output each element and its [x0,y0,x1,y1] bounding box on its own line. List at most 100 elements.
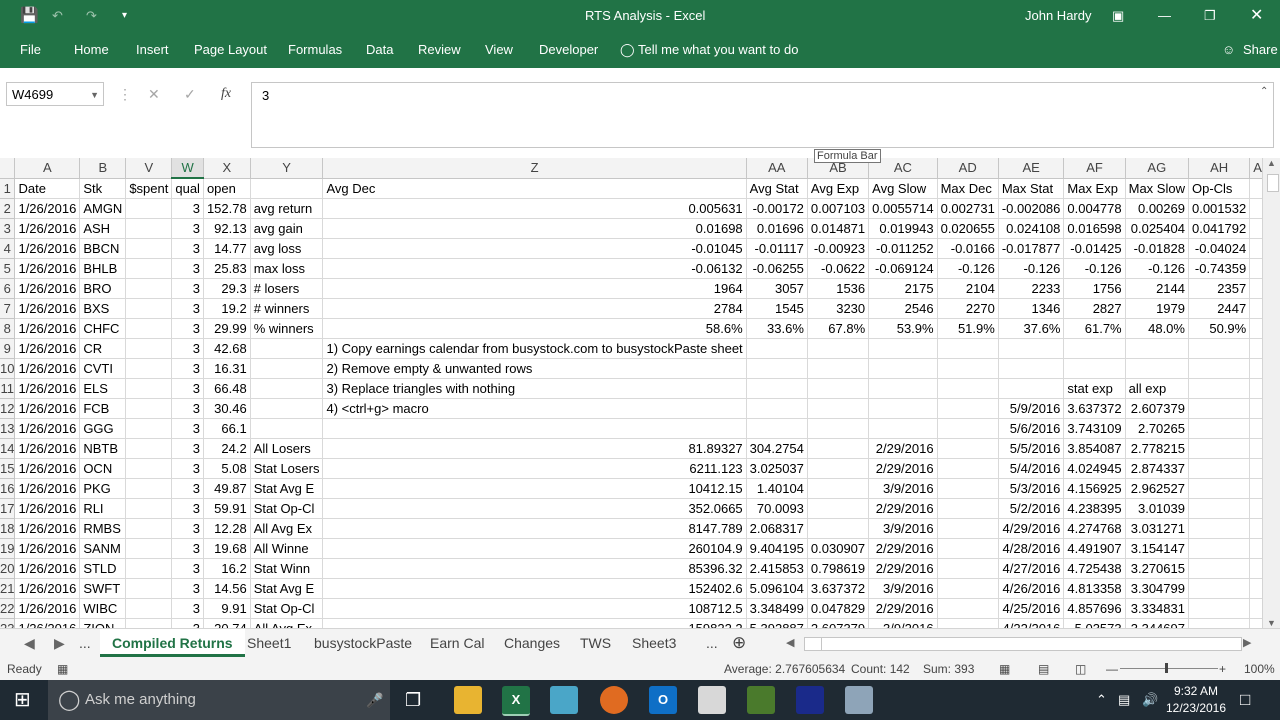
vertical-scroll-thumb[interactable] [1267,174,1279,192]
cell[interactable]: 1536 [807,278,870,299]
cell[interactable]: 0.004778 [1063,198,1126,219]
cell[interactable]: SANM [79,538,127,559]
cell[interactable] [937,578,999,599]
cell[interactable]: 3.637372 [1063,398,1126,419]
tab-developer[interactable]: Developer [539,32,598,68]
zoom-in-icon[interactable]: + [1219,658,1226,680]
cell[interactable]: 3 [171,538,204,559]
cell[interactable]: -0.126 [1063,258,1126,279]
cell[interactable]: 3.270615 [1125,558,1189,579]
cell[interactable] [322,418,747,439]
cell[interactable]: 0.016598 [1063,218,1126,239]
cell[interactable] [125,438,173,459]
cell[interactable]: -0.011252 [868,238,938,259]
sheet-tab-sheet1[interactable]: Sheet1 [247,629,291,657]
select-all-corner[interactable] [0,158,16,179]
cell[interactable]: 4) <ctrl+g> macro [322,398,747,419]
sheet-tab-busystockpaste[interactable]: busystockPaste [314,629,412,657]
cancel-icon[interactable]: ✕ [148,82,160,106]
cell[interactable]: 3 [171,238,204,259]
cell[interactable]: 1/26/2016 [14,598,81,619]
cell[interactable]: stat exp [1063,378,1126,399]
cell[interactable]: 3 [171,298,204,319]
cell[interactable]: 66.48 [203,378,251,399]
cell[interactable] [1249,278,1262,299]
cell[interactable]: 1/26/2016 [14,398,81,419]
cell[interactable] [937,398,999,419]
cell[interactable]: 152402.6 [322,578,747,599]
cell[interactable]: Max Dec [937,178,999,199]
excel-taskbar-icon[interactable]: X [502,686,530,716]
cortana-search-box[interactable]: ◯ Ask me anything 🎤 [48,680,390,720]
cell[interactable]: 0.019943 [868,218,938,239]
cell[interactable]: 3230 [807,298,870,319]
cell[interactable]: All Avg Ex [250,518,324,539]
column-header-af[interactable]: AF [1063,158,1126,179]
sheet-tabs-ellipsis-left[interactable]: ... [79,629,91,657]
cell[interactable]: CHFC [79,318,127,339]
cell[interactable]: 3057 [746,278,808,299]
cell[interactable]: 4/26/2016 [998,578,1065,599]
cell[interactable]: Stat Losers [250,458,324,479]
cell[interactable]: -0.017877 [998,238,1065,259]
cell[interactable]: 304.2754 [746,438,808,459]
cell[interactable]: 2.70265 [1125,418,1189,439]
cell[interactable]: 29.3 [203,278,251,299]
cell[interactable]: 0.005631 [322,198,747,219]
cell[interactable]: 1/26/2016 [14,558,81,579]
cell[interactable] [250,358,324,379]
file-explorer-icon[interactable] [454,686,482,714]
cell[interactable]: Avg Stat [746,178,808,199]
cell[interactable]: 1/26/2016 [14,578,81,599]
ribbon-display-icon[interactable]: ▣ [1112,0,1124,32]
cell[interactable]: 50.9% [1188,318,1251,339]
normal-view-icon[interactable]: ▦ [999,658,1010,680]
column-header-b[interactable]: B [79,158,127,179]
cell[interactable] [1249,438,1262,459]
cell[interactable] [1249,358,1262,379]
cell[interactable] [807,438,870,459]
cell[interactable]: OCN [79,458,127,479]
status-sum[interactable]: Sum: 393 [923,658,974,680]
cell[interactable]: CR [79,338,127,359]
cell[interactable] [937,378,999,399]
cell[interactable] [1249,238,1262,259]
cell[interactable]: 2/29/2016 [868,598,938,619]
cell[interactable]: 2/29/2016 [868,558,938,579]
column-header-x[interactable]: X [203,158,251,179]
cell[interactable]: 4.238395 [1063,498,1126,519]
cell[interactable] [1188,558,1251,579]
cell[interactable] [1249,218,1262,239]
cell[interactable]: 3 [171,278,204,299]
cell[interactable]: 3.031271 [1125,518,1189,539]
cell[interactable]: 4.156925 [1063,478,1126,499]
cell[interactable] [1249,598,1262,619]
cell[interactable]: 58.6% [322,318,747,339]
macro-record-icon[interactable]: ▦ [57,658,68,680]
cell[interactable] [1249,258,1262,279]
cell[interactable] [1249,578,1262,599]
cell[interactable] [868,338,938,359]
cell[interactable]: 3/9/2016 [868,578,938,599]
tab-data[interactable]: Data [366,32,393,68]
zoom-slider[interactable] [1120,663,1218,673]
cell[interactable] [1249,298,1262,319]
sheet-tab-tws[interactable]: TWS [580,629,611,657]
cell[interactable]: 14.77 [203,238,251,259]
cell[interactable]: -0.06132 [322,258,747,279]
cell[interactable]: max loss [250,258,324,279]
chart-app-icon[interactable] [698,686,726,714]
cell[interactable]: qual [171,178,204,199]
cell[interactable]: Stat Winn [250,558,324,579]
cell[interactable]: All Avg Ex [250,618,324,628]
close-icon[interactable]: ✕ [1250,0,1263,32]
cell[interactable]: 19.68 [203,538,251,559]
cell[interactable] [250,178,324,199]
cell[interactable]: 0.001532 [1188,198,1251,219]
enter-icon[interactable]: ✓ [184,82,196,106]
row-header[interactable]: 4 [0,238,16,259]
row-header[interactable]: 14 [0,438,16,459]
column-header-ag[interactable]: AG [1125,158,1189,179]
row-header[interactable]: 9 [0,338,16,359]
cell[interactable]: -0.01828 [1125,238,1189,259]
